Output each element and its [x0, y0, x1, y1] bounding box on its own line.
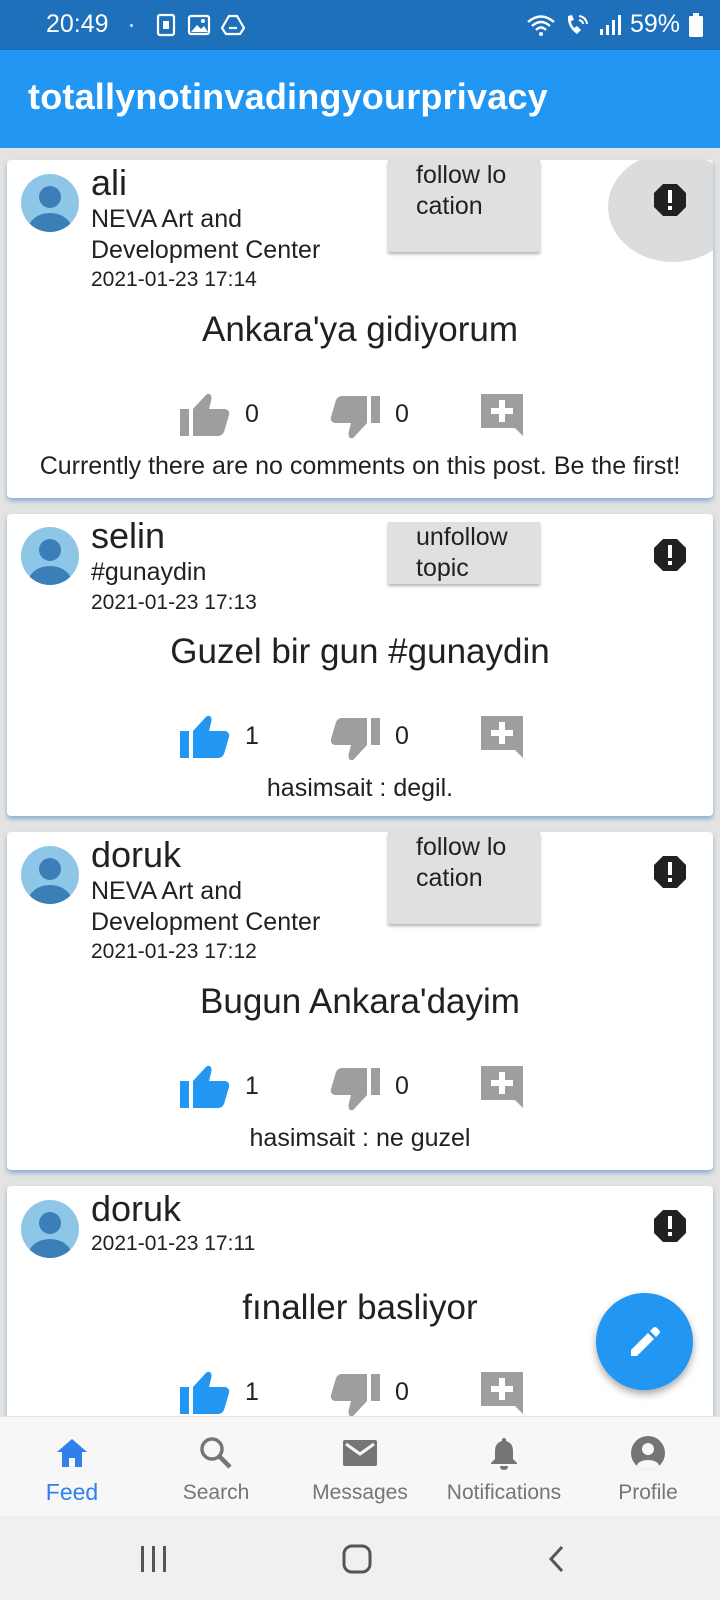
like-icon[interactable] — [179, 390, 231, 438]
dislike-count: 0 — [395, 1378, 409, 1406]
post-card[interactable]: doruk NEVA Art and Development Center 20… — [7, 832, 713, 1170]
status-bar: 20:49 59% — [0, 0, 720, 50]
sim-icon — [155, 13, 177, 37]
account-icon — [631, 1436, 665, 1470]
edit-icon — [631, 1327, 660, 1356]
feed-list[interactable]: ali NEVA Art and Development Center 2021… — [0, 148, 720, 1416]
recent-apps-icon[interactable] — [138, 1544, 170, 1574]
nav-messages[interactable]: Messages — [288, 1417, 432, 1517]
like-count: 1 — [245, 722, 259, 750]
new-post-button[interactable] — [596, 1293, 693, 1390]
nav-feed[interactable]: Feed — [0, 1417, 144, 1517]
post-username[interactable]: doruk — [91, 1188, 181, 1230]
dislike-count: 0 — [395, 1072, 409, 1100]
post-username[interactable]: doruk — [91, 834, 181, 876]
nav-label: Profile — [618, 1481, 678, 1504]
post-username[interactable]: ali — [91, 162, 127, 204]
add-comment-icon[interactable] — [479, 714, 525, 760]
add-comment-icon[interactable] — [479, 1064, 525, 1110]
home-button-icon[interactable] — [341, 1543, 373, 1575]
report-icon[interactable] — [653, 1209, 687, 1243]
nav-label: Feed — [45, 1479, 99, 1505]
battery-percent: 59% — [629, 10, 680, 38]
post-card[interactable]: doruk 2021-01-23 17:11 fınaller basliyor… — [7, 1186, 713, 1416]
like-count: 1 — [245, 1072, 259, 1100]
follow-location-button[interactable]: follow location — [388, 832, 540, 924]
bottom-navigation: Feed Search Messages Notifications Profi… — [0, 1416, 720, 1516]
back-icon[interactable] — [546, 1544, 568, 1574]
dislike-icon[interactable] — [329, 394, 381, 442]
like-icon-active[interactable] — [179, 1062, 231, 1110]
nav-label: Messages — [312, 1481, 408, 1504]
like-count: 1 — [245, 1378, 259, 1406]
drive-icon — [221, 13, 245, 37]
unfollow-topic-button[interactable]: unfollow topic — [388, 522, 540, 584]
post-text: Guzel bir gun #gunaydin — [170, 632, 550, 671]
search-icon — [200, 1437, 232, 1469]
post-actions: 1 0 — [7, 1368, 713, 1416]
comment-text: Currently there are no comments on this … — [39, 452, 681, 480]
mail-icon — [343, 1440, 377, 1466]
status-time: 20:49 — [46, 10, 109, 38]
avatar[interactable] — [21, 174, 79, 232]
post-date: 2021-01-23 17:11 — [91, 1232, 256, 1255]
avatar[interactable] — [21, 527, 79, 585]
post-location[interactable]: NEVA Art and Development Center — [91, 876, 351, 938]
battery-icon — [688, 12, 704, 38]
comment-text: hasimsait : ne guzel — [249, 1124, 471, 1152]
post-actions: 1 0 — [7, 712, 713, 764]
bell-icon — [491, 1438, 517, 1470]
post-card[interactable]: selin #gunaydin 2021-01-23 17:13 unfollo… — [7, 514, 713, 816]
avatar[interactable] — [21, 1200, 79, 1258]
report-icon[interactable] — [653, 183, 687, 217]
post-text: Ankara'ya gidiyorum — [202, 310, 518, 349]
add-comment-icon[interactable] — [479, 1370, 525, 1416]
system-navigation-bar — [0, 1516, 720, 1600]
post-date: 2021-01-23 17:13 — [91, 591, 257, 614]
post-location[interactable]: NEVA Art and Development Center — [91, 204, 351, 266]
add-comment-icon[interactable] — [479, 392, 525, 438]
status-dot — [130, 24, 133, 27]
status-system-icons: 59% — [526, 10, 704, 39]
wifi-icon — [526, 13, 556, 37]
nav-label: Search — [182, 1481, 250, 1504]
app-bar: totallynotinvadingyourprivacy — [0, 50, 720, 148]
like-icon-active[interactable] — [179, 712, 231, 760]
dislike-icon[interactable] — [329, 716, 381, 764]
gallery-icon — [187, 13, 211, 37]
report-icon[interactable] — [653, 855, 687, 889]
post-date: 2021-01-23 17:12 — [91, 940, 257, 963]
dislike-icon[interactable] — [329, 1372, 381, 1416]
comment-text: hasimsait : degil. — [266, 774, 454, 802]
dislike-count: 0 — [395, 722, 409, 750]
call-icon — [564, 13, 590, 37]
avatar[interactable] — [21, 846, 79, 904]
follow-location-button[interactable]: follow location — [388, 160, 540, 252]
post-card[interactable]: ali NEVA Art and Development Center 2021… — [7, 160, 713, 498]
post-actions: 1 0 — [7, 1062, 713, 1114]
nav-search[interactable]: Search — [144, 1417, 288, 1517]
signal-icon — [598, 13, 622, 37]
nav-profile[interactable]: Profile — [576, 1417, 720, 1517]
app-title: totallynotinvadingyourprivacy — [28, 76, 548, 117]
status-notification-icons — [155, 13, 245, 37]
post-date: 2021-01-23 17:14 — [91, 268, 257, 291]
dislike-count: 0 — [395, 400, 409, 428]
report-icon[interactable] — [653, 538, 687, 572]
post-username[interactable]: selin — [91, 515, 165, 557]
nav-label: Notifications — [446, 1481, 562, 1504]
nav-notifications[interactable]: Notifications — [432, 1417, 576, 1517]
post-actions: 0 0 — [7, 390, 713, 442]
post-text: Bugun Ankara'dayim — [200, 982, 520, 1021]
home-icon — [57, 1439, 87, 1467]
like-count: 0 — [245, 400, 259, 428]
like-icon-active[interactable] — [179, 1368, 231, 1416]
dislike-icon[interactable] — [329, 1066, 381, 1114]
post-topic[interactable]: #gunaydin — [91, 557, 351, 588]
